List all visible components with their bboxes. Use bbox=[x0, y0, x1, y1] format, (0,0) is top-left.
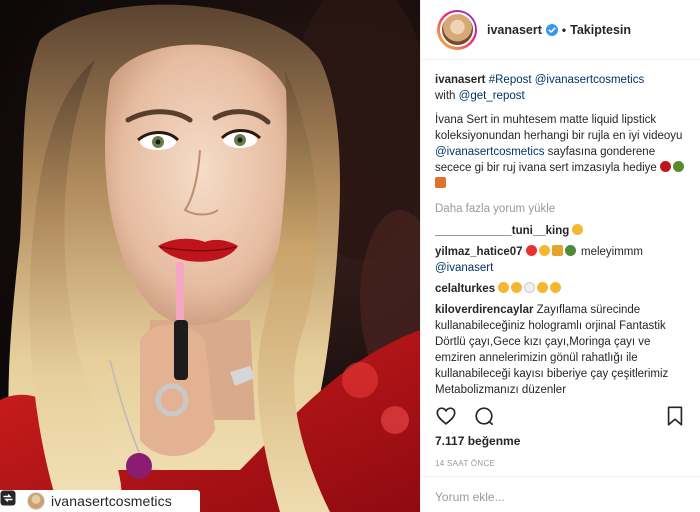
lipstick-emoji-icon bbox=[435, 177, 446, 188]
caption-repost-tags[interactable]: #Repost @ivanasertcosmetics bbox=[489, 74, 645, 86]
grin-emoji-icon bbox=[538, 245, 550, 256]
sparkle-emoji-icon bbox=[673, 161, 684, 172]
caption-with-handle[interactable]: @get_repost bbox=[459, 90, 525, 102]
load-more-comments-button[interactable]: Daha fazla yorum yükle bbox=[435, 201, 690, 217]
post-header: ivanasert • Takiptesin bbox=[421, 0, 700, 60]
follow-status-button[interactable]: Takiptesin bbox=[570, 23, 631, 37]
emoji-icon bbox=[550, 282, 562, 293]
profile-avatar[interactable] bbox=[437, 9, 477, 50]
heart-icon[interactable] bbox=[435, 405, 457, 427]
emoji-icon bbox=[498, 282, 510, 293]
header-username[interactable]: ivanasert bbox=[487, 23, 542, 37]
comment-icon[interactable] bbox=[473, 405, 495, 427]
bouquet-emoji-icon bbox=[564, 245, 576, 256]
heart-eyes-emoji-icon bbox=[525, 245, 537, 256]
add-comment-input[interactable]: Yorum ekle... bbox=[435, 490, 505, 504]
caption-username[interactable]: ivanasert bbox=[435, 74, 486, 86]
caption-mention[interactable]: @ivanasertcosmetics bbox=[435, 146, 544, 158]
comment-item: yilmaz_hatice07 meleyimmm @ivanasert bbox=[435, 244, 690, 276]
post-side-panel: ivanasert • Takiptesin ivanasert #Repost… bbox=[420, 0, 700, 512]
comment-username[interactable]: celalturkes bbox=[435, 283, 495, 295]
comment-text: Zayıflama sürecinde kullanabileceğiniz h… bbox=[435, 304, 669, 396]
post-photo[interactable]: ivanasertcosmetics bbox=[0, 0, 420, 512]
comment-username[interactable]: kiloverdirencaylar bbox=[435, 304, 533, 316]
emoji-icon bbox=[511, 282, 523, 293]
repost-username: ivanasertcosmetics bbox=[51, 493, 172, 509]
comment-username[interactable]: ____________tuni__king bbox=[435, 225, 569, 237]
emoji-icon bbox=[537, 282, 549, 293]
comment-username[interactable]: yilmaz_hatice07 bbox=[435, 246, 523, 258]
post-timestamp: 14 SAAT ÖNCE bbox=[435, 459, 496, 468]
header-separator: • bbox=[561, 22, 567, 37]
verified-badge-icon bbox=[545, 23, 558, 36]
repost-bar: ivanasertcosmetics bbox=[0, 490, 200, 512]
lips-emoji-icon bbox=[660, 161, 671, 172]
post-actions bbox=[435, 402, 688, 430]
caption-text: İvana Sert in muhtesem matte liquid lips… bbox=[435, 112, 690, 192]
comment-text: meleyimmm bbox=[581, 246, 643, 258]
caption-with: with bbox=[435, 90, 456, 102]
avatar-image bbox=[439, 12, 475, 47]
likes-count[interactable]: 7.117 beğenme bbox=[435, 434, 520, 448]
comment-mention[interactable]: @ivanasert bbox=[435, 262, 493, 274]
post-caption: ivanasert #Repost @ivanasertcosmetics wi… bbox=[435, 72, 690, 192]
comment-item: kiloverdirencaylar Zayıflama sürecinde k… bbox=[435, 302, 690, 398]
instagram-post: ivanasertcosmetics ivanasert • Takiptesi… bbox=[0, 0, 700, 512]
bookmark-icon[interactable] bbox=[664, 405, 686, 427]
comment-item: ____________tuni__king bbox=[435, 223, 690, 239]
comment-item: celalturkes bbox=[435, 281, 690, 297]
repost-avatar bbox=[27, 492, 45, 510]
smile-emoji-icon bbox=[572, 224, 584, 235]
divider bbox=[421, 476, 700, 477]
emoji-icon bbox=[524, 282, 536, 293]
gift-emoji-icon bbox=[551, 245, 563, 256]
comments-list[interactable]: ivanasert #Repost @ivanasertcosmetics wi… bbox=[435, 72, 690, 400]
repost-icon bbox=[0, 490, 22, 509]
caption-text-part1: İvana Sert in muhtesem matte liquid lips… bbox=[435, 114, 683, 142]
portrait-illustration bbox=[0, 0, 420, 512]
